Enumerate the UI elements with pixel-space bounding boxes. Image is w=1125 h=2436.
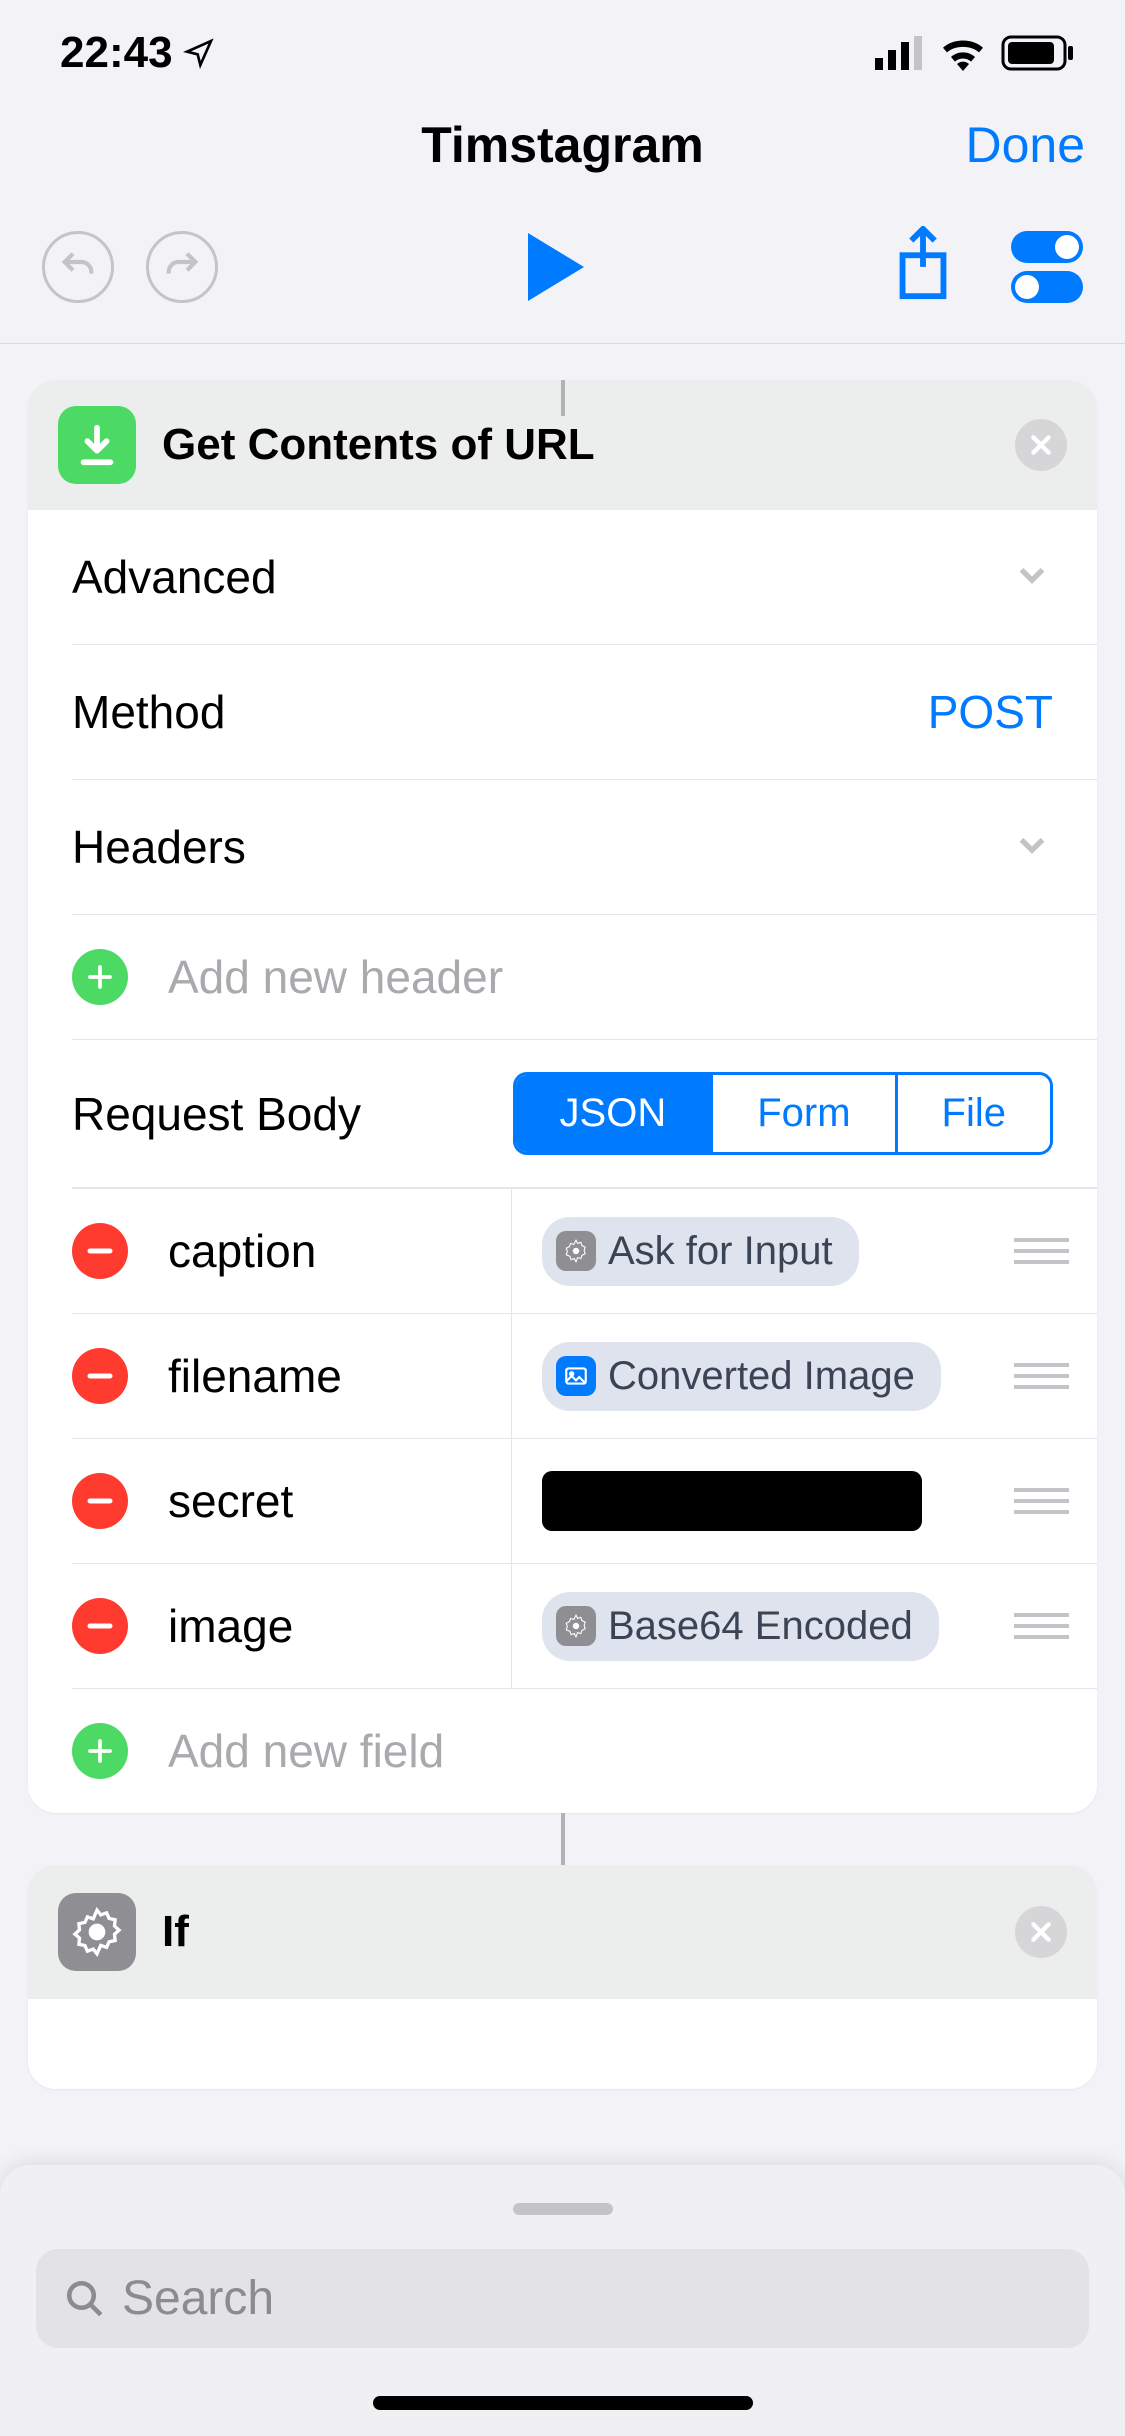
get-contents-card: Get Contents of URL Advanced Method POST (28, 380, 1097, 1813)
add-field-label: Add new field (168, 1724, 444, 1778)
status-time: 22:43 (60, 28, 215, 78)
value-pill-ask-input[interactable]: Ask for Input (542, 1217, 859, 1286)
workflow-canvas: Get Contents of URL Advanced Method POST (0, 380, 1125, 2089)
time-text: 22:43 (60, 28, 173, 78)
redacted-value (542, 1471, 922, 1531)
field-row-caption: caption Ask for Input (72, 1188, 1097, 1313)
value-pill-base64[interactable]: Base64 Encoded (542, 1592, 939, 1661)
toolbar (0, 196, 1125, 344)
play-button[interactable] (218, 233, 893, 301)
search-placeholder: Search (122, 2271, 274, 2326)
gear-icon (556, 1606, 596, 1646)
pill-label: Base64 Encoded (608, 1604, 913, 1649)
status-icons (875, 35, 1075, 71)
gear-icon (556, 1231, 596, 1271)
done-button[interactable]: Done (885, 116, 1085, 174)
bottom-panel[interactable]: Search (0, 2165, 1125, 2436)
request-body-label: Request Body (72, 1087, 513, 1141)
method-value: POST (928, 685, 1053, 739)
chevron-down-icon (1011, 554, 1053, 601)
close-card-button[interactable] (1015, 419, 1067, 471)
connector-line (561, 1813, 565, 1865)
home-indicator[interactable] (373, 2396, 753, 2410)
method-label: Method (72, 685, 928, 739)
advanced-row[interactable]: Advanced (72, 510, 1097, 645)
download-icon (58, 406, 136, 484)
field-row-secret: secret (72, 1438, 1097, 1563)
play-icon (528, 233, 584, 301)
add-header-label: Add new header (168, 950, 503, 1004)
drag-handle[interactable] (1014, 1488, 1079, 1514)
segment-form[interactable]: Form (713, 1075, 897, 1152)
chevron-down-icon (1011, 824, 1053, 871)
connector-line (561, 380, 565, 416)
if-card: If (28, 1865, 1097, 2089)
remove-field-button[interactable] (72, 1223, 128, 1279)
field-key[interactable]: filename (168, 1349, 342, 1403)
method-row[interactable]: Method POST (72, 645, 1097, 780)
field-key[interactable]: image (168, 1599, 293, 1653)
close-card-button[interactable] (1015, 1906, 1067, 1958)
remove-field-button[interactable] (72, 1598, 128, 1654)
remove-field-button[interactable] (72, 1348, 128, 1404)
drag-handle[interactable] (1014, 1613, 1079, 1639)
battery-icon (1001, 35, 1075, 71)
remove-field-button[interactable] (72, 1473, 128, 1529)
minus-icon (85, 1361, 115, 1391)
close-icon (1028, 432, 1054, 458)
nav-bar: Timstagram Done (0, 98, 1125, 196)
headers-row[interactable]: Headers (72, 780, 1097, 915)
image-icon (556, 1356, 596, 1396)
status-bar: 22:43 (0, 0, 1125, 98)
drag-handle[interactable] (1014, 1363, 1079, 1389)
location-icon (183, 37, 215, 69)
card-title: If (162, 1907, 1015, 1957)
pill-label: Ask for Input (608, 1229, 833, 1274)
request-body-row: Request Body JSON Form File (72, 1040, 1097, 1188)
page-title: Timstagram (240, 116, 885, 174)
cellular-icon (875, 36, 925, 70)
field-row-image: image Base64 Encoded (72, 1563, 1097, 1688)
add-field-button[interactable]: Add new field (72, 1688, 1097, 1813)
advanced-label: Advanced (72, 550, 1011, 604)
minus-icon (85, 1236, 115, 1266)
card-header[interactable]: If (28, 1865, 1097, 1999)
share-icon (893, 226, 953, 302)
close-icon (1028, 1919, 1054, 1945)
headers-label: Headers (72, 820, 1011, 874)
settings-toggle-button[interactable] (1011, 231, 1083, 303)
field-row-filename: filename Converted Image (72, 1313, 1097, 1438)
segment-file[interactable]: File (898, 1075, 1050, 1152)
wifi-icon (939, 35, 987, 71)
minus-icon (85, 1486, 115, 1516)
segment-json[interactable]: JSON (516, 1075, 714, 1152)
pill-label: Converted Image (608, 1354, 915, 1399)
redo-icon (162, 247, 202, 287)
add-header-button[interactable]: Add new header (72, 915, 1097, 1040)
undo-icon (58, 247, 98, 287)
share-button[interactable] (893, 226, 953, 307)
panel-grab-handle[interactable] (513, 2203, 613, 2215)
field-key[interactable]: caption (168, 1224, 316, 1278)
minus-icon (85, 1611, 115, 1641)
search-input[interactable]: Search (36, 2249, 1089, 2348)
search-icon (64, 2278, 106, 2320)
plus-icon (72, 949, 128, 1005)
field-key[interactable]: secret (168, 1474, 293, 1528)
value-pill-converted-image[interactable]: Converted Image (542, 1342, 941, 1411)
undo-button[interactable] (42, 231, 114, 303)
drag-handle[interactable] (1014, 1238, 1079, 1264)
gear-icon (58, 1893, 136, 1971)
body-type-segmented: JSON Form File (513, 1072, 1053, 1155)
redo-button[interactable] (146, 231, 218, 303)
card-title: Get Contents of URL (162, 420, 1015, 470)
plus-icon (72, 1723, 128, 1779)
